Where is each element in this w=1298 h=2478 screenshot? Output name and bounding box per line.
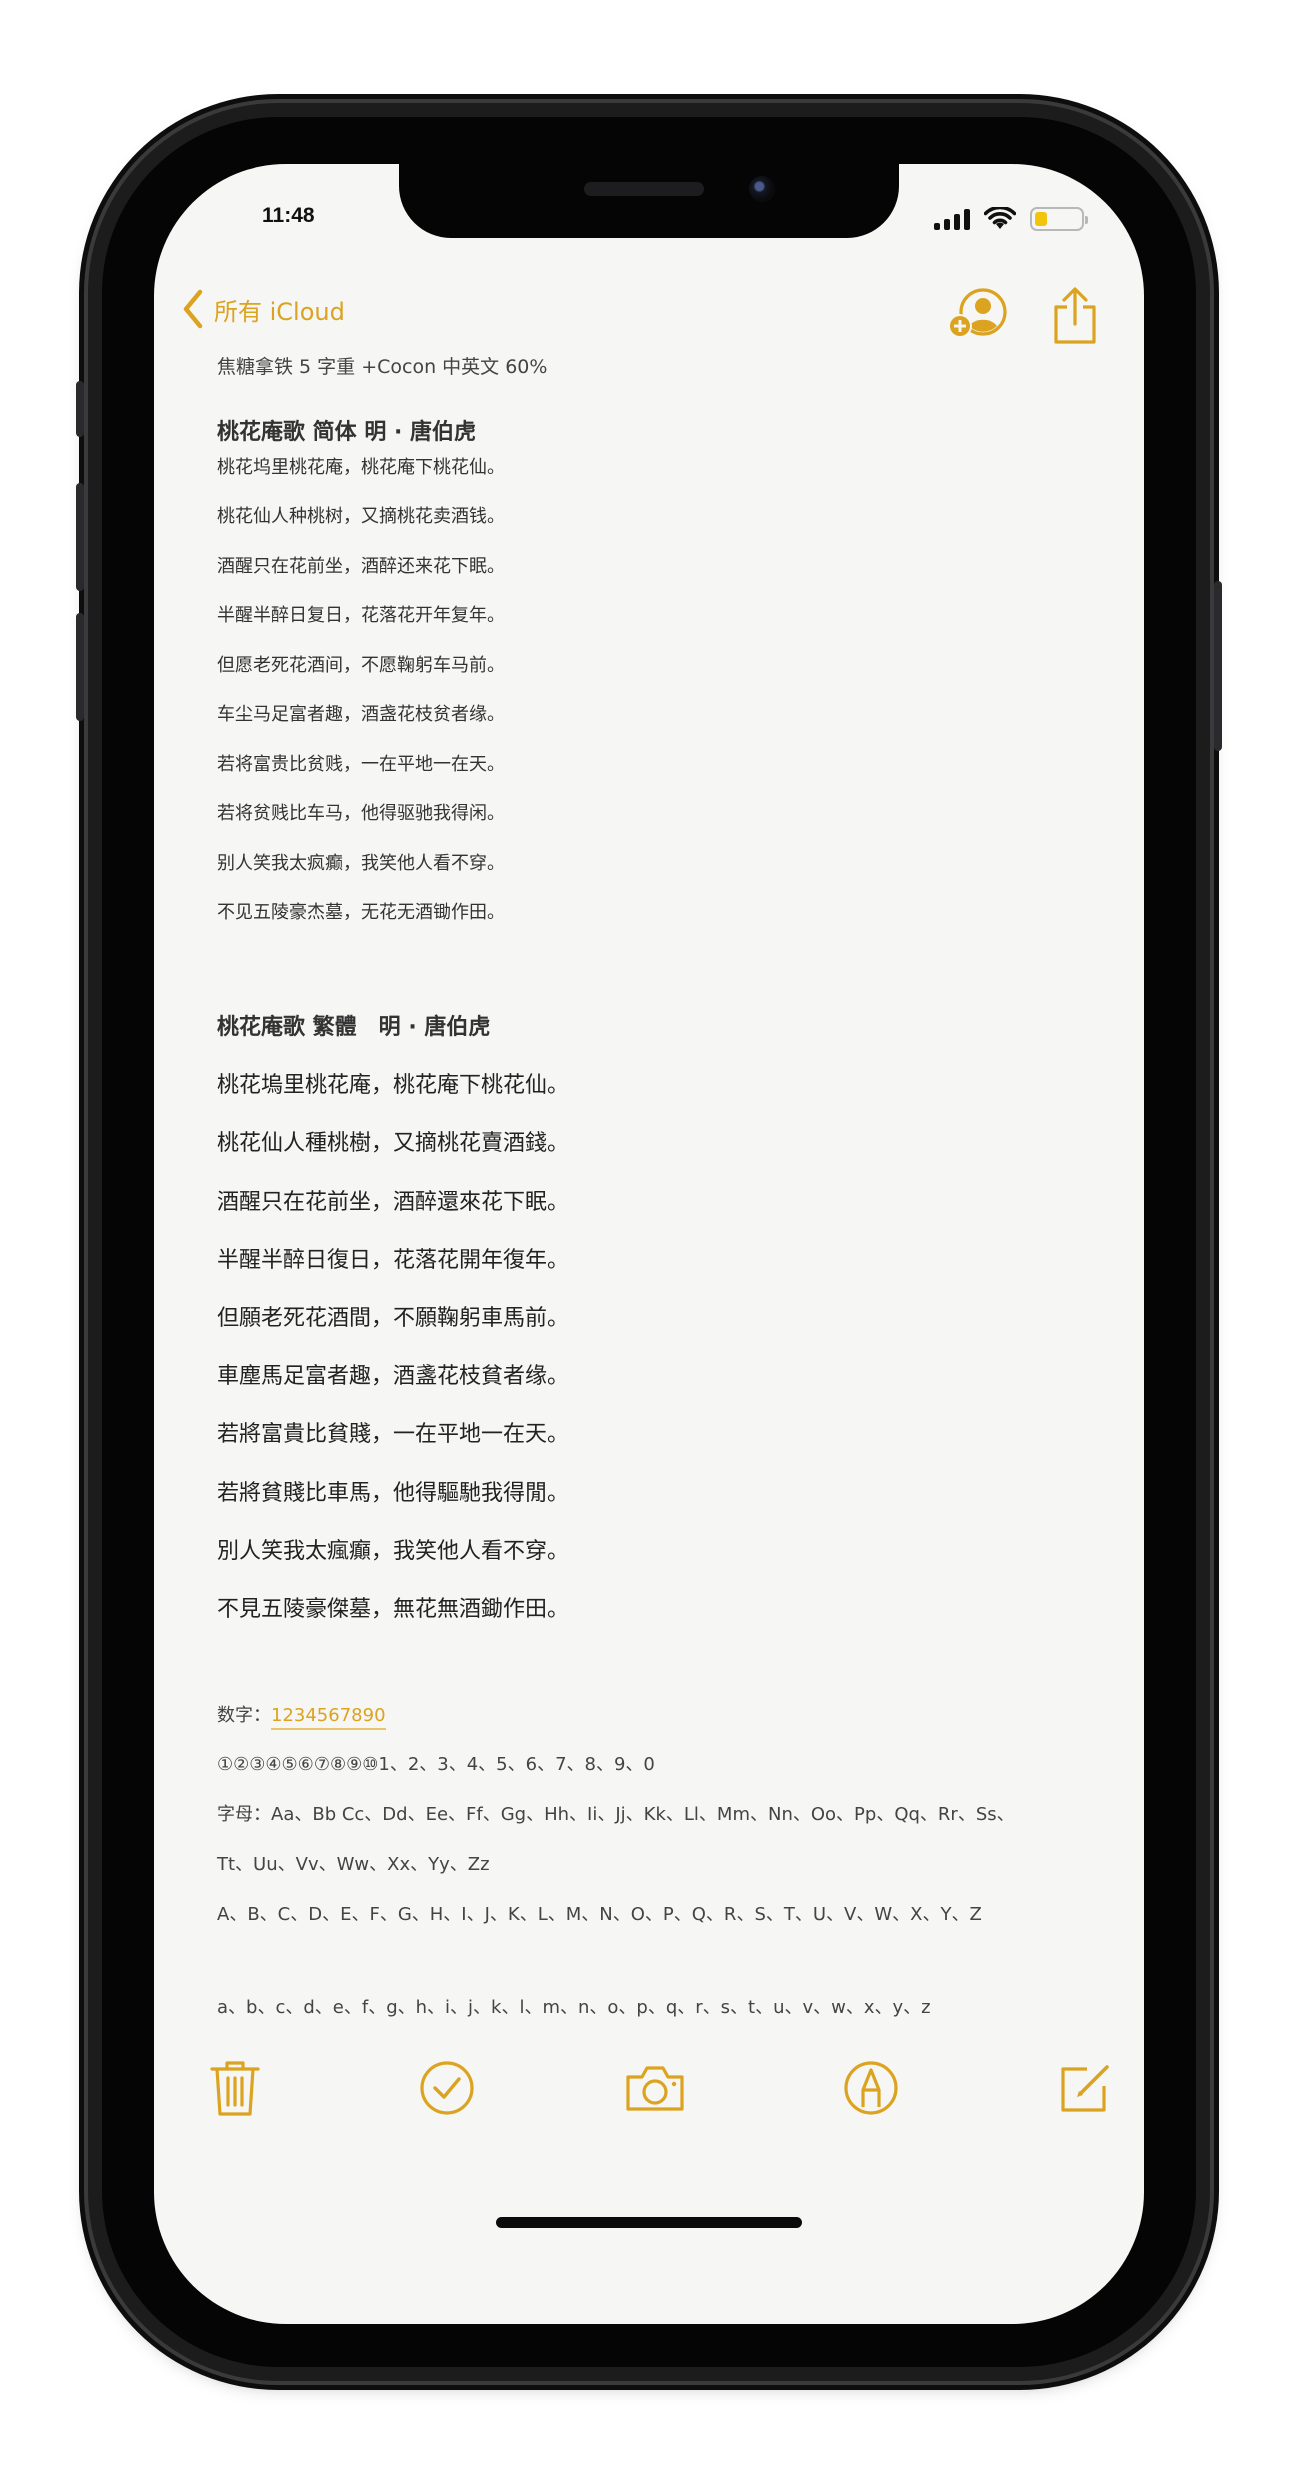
back-button[interactable]: 所有 iCloud — [182, 289, 345, 329]
poem-line: 若将富贵比贫贱，一在平地一在天。 — [217, 754, 505, 775]
poem-line: 別人笑我太瘋癲，我笑他人看不穿。 — [217, 1539, 570, 1564]
circled-numbers-line: ①②③④⑤⑥⑦⑧⑨⑩1、2、3、4、5、6、7、8、9、0 — [217, 1754, 655, 1775]
notch — [399, 164, 899, 238]
camera-button[interactable] — [624, 2057, 686, 2119]
numbers-link[interactable]: 1234567890 — [271, 1705, 386, 1730]
nav-actions — [946, 286, 1100, 346]
home-indicator[interactable] — [496, 2217, 802, 2228]
section-title-traditional: 桃花庵歌 繁體 明 · 唐伯虎 — [217, 1015, 491, 1040]
battery-icon — [1030, 207, 1088, 231]
delete-button[interactable] — [204, 2057, 266, 2119]
poem-line: 但愿老死花酒间，不愿鞠躬车马前。 — [217, 655, 505, 676]
speaker-grille — [584, 182, 704, 196]
cellular-signal-icon — [934, 208, 970, 230]
share-button[interactable] — [1050, 286, 1100, 346]
poem-line: 酒醒只在花前坐，酒醉还来花下眠。 — [217, 556, 505, 577]
poem-line: 半醒半醉日復日，花落花開年復年。 — [217, 1248, 570, 1273]
poem-line: 酒醒只在花前坐，酒醉還來花下眠。 — [217, 1190, 570, 1215]
poem-line: 若將富貴比貧賤，一在平地一在天。 — [217, 1422, 570, 1447]
camera-icon — [626, 2066, 684, 2111]
poem-line: 但願老死花酒間，不願鞠躬車馬前。 — [217, 1306, 570, 1331]
chevron-left-icon — [183, 289, 203, 329]
wifi-icon — [984, 207, 1016, 229]
poem-line: 别人笑我太疯癫，我笑他人看不穿。 — [217, 853, 505, 874]
back-button-label: 所有 iCloud — [214, 297, 345, 326]
note-meta: 焦糖拿铁 5 字重 +Cocon 中英文 60% — [217, 356, 548, 378]
compose-button[interactable] — [1054, 2057, 1116, 2119]
poem-line: 车尘马足富者趣，酒盏花枝贫者缘。 — [217, 704, 505, 725]
letters-line: 字母：Aa、Bb Cc、Dd、Ee、Ff、Gg、Hh、Ii、Jj、Kk、Ll、M… — [217, 1804, 1015, 1825]
poem-line: 半醒半醉日复日，花落花开年复年。 — [217, 605, 505, 626]
poem-line: 桃花仙人种桃树，又摘桃花卖酒钱。 — [217, 506, 505, 527]
poem-line: 若将贫贱比车马，他得驱驰我得闲。 — [217, 803, 505, 824]
trash-icon — [210, 2061, 260, 2116]
person-add-icon — [948, 288, 1007, 338]
phone-frame: 11:48 所有 iCloud 焦糖拿铁 5 字重 +Cocon 中英文 60%… — [76, 103, 1222, 2381]
silent-switch — [76, 381, 84, 437]
front-camera — [749, 176, 775, 202]
bottom-toolbar — [154, 2057, 1144, 2127]
poem-line: 車塵馬足富者趣，酒盞花枝貧者缘。 — [217, 1364, 570, 1389]
markup-icon — [844, 2061, 898, 2115]
share-icon — [1054, 287, 1096, 344]
checklist-icon — [420, 2061, 474, 2115]
letters-line: Tt、Uu、Vv、Ww、Xx、Yy、Zz — [217, 1854, 490, 1875]
screen: 11:48 所有 iCloud 焦糖拿铁 5 字重 +Cocon 中英文 60%… — [154, 164, 1144, 2324]
power-button — [1214, 581, 1222, 751]
poem-line: 桃花塢里桃花庵，桃花庵下桃花仙。 — [217, 1073, 570, 1098]
numbers-label: 数字： — [217, 1705, 271, 1726]
add-person-button[interactable] — [946, 286, 1010, 346]
poem-line: 桃花仙人種桃樹，又摘桃花賣酒錢。 — [217, 1131, 570, 1156]
markup-button[interactable] — [840, 2057, 902, 2119]
status-time: 11:48 — [262, 204, 315, 227]
volume-down-button — [76, 613, 84, 721]
numbers-row: 数字：1234567890 — [217, 1701, 386, 1730]
status-indicators — [934, 204, 1088, 234]
lowercase-line: a、b、c、d、e、f、g、h、i、j、k、l、m、n、o、p、q、r、s、t、… — [217, 1997, 931, 2018]
poem-line: 若將貧賤比車馬，他得驅馳我得閒。 — [217, 1481, 570, 1506]
uppercase-line: A、B、C、D、E、F、G、H、I、J、K、L、M、N、O、P、Q、R、S、T、… — [217, 1904, 982, 1925]
poem-line: 不见五陵豪杰墓，无花无酒锄作田。 — [217, 902, 505, 923]
compose-icon — [1061, 2065, 1109, 2112]
section-title-simplified: 桃花庵歌 简体 明 · 唐伯虎 — [217, 420, 476, 445]
poem-line: 桃花坞里桃花庵，桃花庵下桃花仙。 — [217, 457, 505, 478]
checklist-button[interactable] — [416, 2057, 478, 2119]
poem-line: 不見五陵豪傑墓，無花無酒鋤作田。 — [217, 1597, 570, 1622]
volume-up-button — [76, 483, 84, 591]
